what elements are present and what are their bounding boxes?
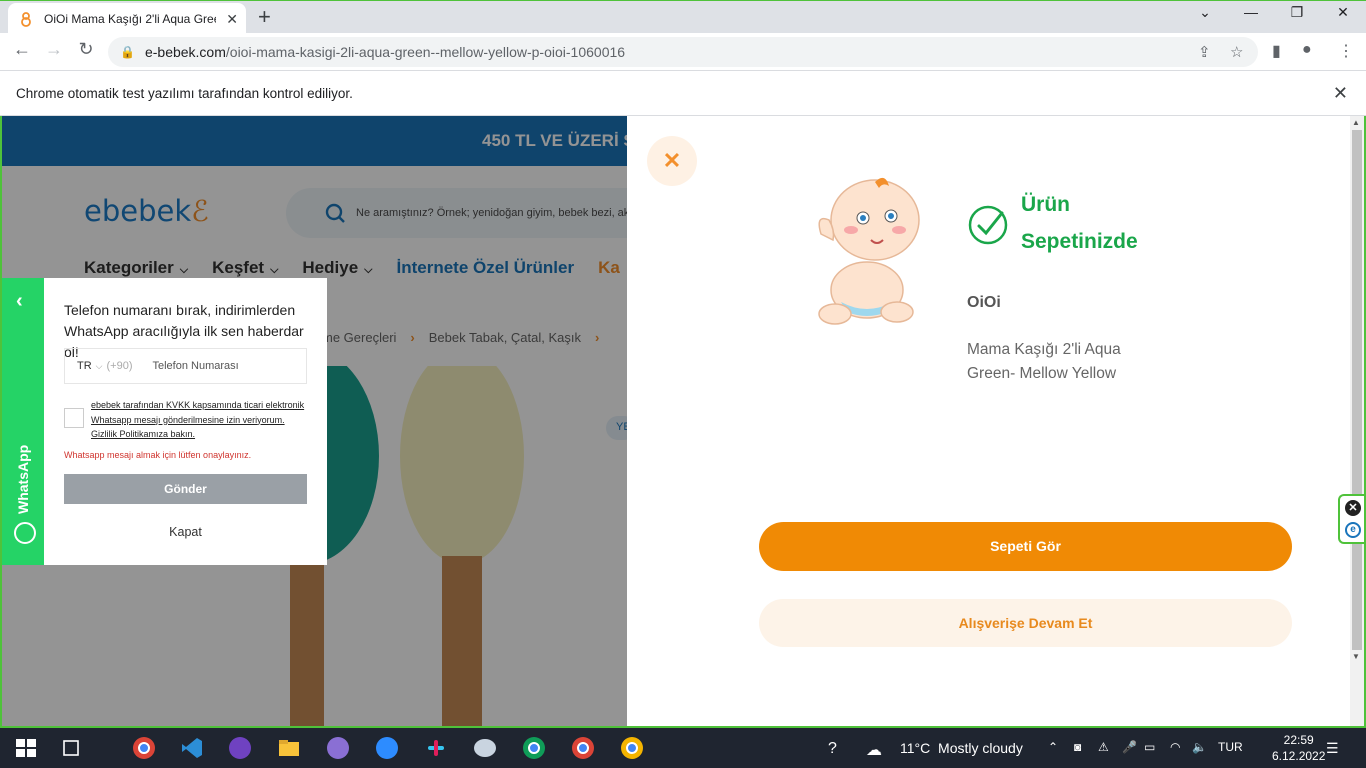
address-bar[interactable]: 🔒 e-bebek.com/oioi-mama-kasigi-2li-aqua-… (108, 37, 1258, 67)
restore-icon[interactable]: ❐ (1274, 4, 1320, 21)
clock-time: 22:59 (1283, 733, 1314, 747)
paint-icon[interactable] (473, 736, 497, 760)
close-link[interactable]: Kapat (44, 525, 327, 539)
lock-icon: 🔒 (120, 45, 135, 59)
send-button[interactable]: Gönder (64, 474, 307, 504)
warning-icon[interactable]: ⚠ (1098, 740, 1109, 754)
side-panel-icon[interactable]: ▮ (1272, 41, 1281, 61)
ebebek-favicon-icon (21, 11, 31, 27)
view-cart-button[interactable]: Sepeti Gör (759, 522, 1292, 571)
menu-icon[interactable]: ⋮ (1338, 41, 1354, 61)
notifications-icon[interactable]: ☰ (1326, 740, 1339, 757)
scrollbar[interactable]: ▲ ▼ (1350, 116, 1364, 726)
consent-text[interactable]: ebebek tarafından KVKK kapsamında ticari… (91, 398, 306, 442)
whatsapp-label: WhatsApp (15, 444, 31, 514)
chrome-alt-icon[interactable] (326, 736, 350, 760)
chevron-down-icon: ⌵ (95, 360, 103, 371)
check-circle-icon (968, 205, 1008, 245)
phone-input[interactable]: TR ⌵ (+90) Telefon Numarası (64, 348, 307, 384)
weather-temp: 11°C (900, 740, 931, 756)
new-tab-button[interactable]: + (258, 5, 271, 29)
volume-icon[interactable]: 🔈 (1192, 740, 1207, 754)
infobar-text: Chrome otomatik test yazılımı tarafından… (16, 86, 353, 101)
ebebek-widget-icon[interactable]: e (1345, 522, 1361, 538)
clock[interactable]: 22:59 6.12.2022 (1272, 732, 1325, 764)
wifi-icon[interactable]: ◠ (1170, 740, 1180, 754)
consent-checkbox[interactable] (64, 408, 84, 428)
language-indicator[interactable]: TUR (1218, 740, 1243, 754)
product-brand: OiOi (967, 294, 1001, 311)
scroll-thumb[interactable] (1352, 130, 1362, 650)
slack-icon[interactable] (424, 736, 448, 760)
windows-start-icon[interactable] (14, 736, 38, 760)
minimize-icon[interactable]: — (1228, 4, 1274, 20)
weather-text: Mostly cloudy (938, 740, 1023, 756)
close-widget-icon[interactable]: ✕ (1345, 500, 1361, 516)
scroll-up-icon[interactable]: ▲ (1352, 118, 1360, 127)
chrome-icon[interactable] (571, 736, 595, 760)
chrome-icon[interactable] (522, 736, 546, 760)
close-icon[interactable]: ✕ (647, 136, 697, 186)
baby-illustration (818, 177, 920, 325)
whatsapp-signup-panel: Telefon numaranı bırak, indirimlerden Wh… (44, 278, 327, 565)
bookmark-star-icon[interactable]: ☆ (1230, 43, 1243, 61)
window-close-icon[interactable]: ✕ (1320, 4, 1366, 21)
browser-tab[interactable]: OiOi Mama Kaşığı 2'li Aqua Green ✕ (8, 3, 246, 34)
continue-shopping-button[interactable]: Alışverişe Devam Et (759, 599, 1292, 647)
product-name: Mama Kaşığı 2'li Aqua Green- Mellow Yell… (967, 341, 1121, 382)
windows-taskbar: ? ☁ 11°C Mostly cloudy ⌃ ◙ ⚠ 🎤 ▭ ◠ 🔈 TUR… (0, 728, 1366, 768)
automation-infobar: Chrome otomatik test yazılımı tarafından… (0, 71, 1366, 116)
consent-error: Whatsapp mesajı almak için lütfen onayla… (64, 450, 252, 460)
battery-icon[interactable]: ▭ (1144, 740, 1155, 754)
tab-search-icon[interactable]: ⌄ (1182, 4, 1228, 21)
phone-placeholder: Telefon Numarası (152, 360, 239, 372)
cloudy-weather-icon[interactable]: ☁ (866, 740, 882, 760)
whatsapp-tab[interactable]: ‹ WhatsApp (2, 278, 44, 565)
scroll-down-icon[interactable]: ▼ (1352, 652, 1360, 661)
vscode-icon[interactable] (180, 736, 204, 760)
country-code-select[interactable]: TR (77, 360, 92, 372)
file-explorer-icon[interactable] (277, 736, 301, 760)
dial-code: (+90) (106, 360, 133, 372)
share-icon[interactable]: ⇪ (1198, 43, 1211, 61)
web-page: 450 TL VE ÜZERİ Sİ ebebekℰ Ne aramıştını… (2, 116, 1364, 726)
cart-success-message: Ürün Sepetinizde (1021, 186, 1138, 260)
microphone-icon[interactable]: 🎤 (1122, 740, 1137, 754)
close-tab-icon[interactable]: ✕ (226, 11, 238, 28)
chrome-active-icon[interactable] (620, 736, 644, 760)
tab-title: OiOi Mama Kaşığı 2'li Aqua Green (44, 11, 216, 26)
browser-toolbar: ← → ↻ 🔒 e-bebek.com/oioi-mama-kasigi-2li… (0, 33, 1366, 71)
success-line-1: Ürün (1021, 193, 1070, 216)
meet-icon[interactable]: ◙ (1074, 740, 1081, 754)
zoom-icon[interactable] (375, 736, 399, 760)
infobar-close-icon[interactable]: ✕ (1333, 83, 1348, 104)
tab-strip: OiOi Mama Kaşığı 2'li Aqua Green ✕ + ⌄ —… (0, 0, 1366, 34)
chrome-profile-icon[interactable] (132, 736, 156, 760)
weather-widget[interactable]: 11°C Mostly cloudy (900, 740, 1023, 756)
github-desktop-icon[interactable] (228, 736, 252, 760)
url-host: e-bebek.com (144, 44, 226, 60)
task-view-icon[interactable] (60, 736, 84, 760)
whatsapp-icon (14, 522, 36, 544)
tray-expand-icon[interactable]: ⌃ (1048, 740, 1058, 754)
url-path: /oioi-mama-kasigi-2li-aqua-green--mellow… (225, 44, 626, 60)
reload-icon[interactable]: ↻ (74, 39, 98, 60)
back-icon[interactable]: ← (10, 39, 34, 60)
forward-icon[interactable]: → (42, 39, 66, 60)
profile-icon[interactable]: ● (1302, 41, 1312, 59)
clock-date: 6.12.2022 (1272, 749, 1326, 763)
chevron-left-icon[interactable]: ‹ (16, 290, 23, 313)
success-line-2: Sepetinizde (1021, 230, 1138, 253)
help-icon[interactable]: ? (828, 740, 837, 758)
cart-side-panel: ✕ Ürün Sepetinizde OiOi Mama Kaşığı 2'li… (627, 116, 1364, 726)
floating-widget[interactable]: ✕ e (1338, 494, 1366, 544)
